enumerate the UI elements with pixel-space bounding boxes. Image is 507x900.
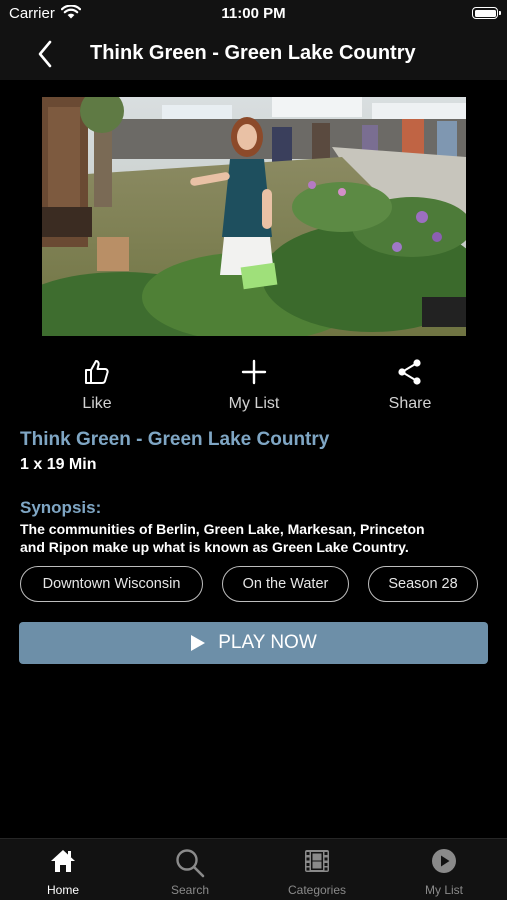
tab-search-label: Search [170,883,210,897]
thumbs-up-icon [85,360,109,384]
home-icon [51,850,75,872]
like-button[interactable]: Like [52,358,142,413]
tab-my-list[interactable]: My List [381,839,507,900]
clock: 11:00 PM [221,5,286,22]
tab-search[interactable]: Search [127,839,253,900]
share-icon [398,359,421,385]
video-thumbnail-image [42,97,466,336]
page-title: Think Green - Green Lake Country [90,42,416,64]
my-list-button[interactable]: My List [209,358,299,413]
tab-my-list-label: My List [424,883,463,897]
chevron-left-icon [38,40,52,68]
tab-categories-label: Categories [287,883,347,897]
play-now-button[interactable]: PLAY NOW [19,622,488,664]
synopsis-heading: Synopsis: [20,498,102,517]
search-icon [176,849,205,878]
tag-chip-downtown-wisconsin[interactable]: Downtown Wisconsin [20,566,203,602]
plus-icon [241,359,267,385]
battery-icon [472,7,501,19]
action-row: Like My List Share [0,358,507,422]
synopsis-line: The communities of Berlin, Green Lake, M… [20,521,425,537]
synopsis-text: The communities of Berlin, Green Lake, M… [20,520,490,556]
navigation-bar: Think Green - Green Lake Country [0,28,507,80]
play-circle-icon [432,849,456,873]
tab-home-label: Home [46,883,79,897]
film-icon [305,850,329,872]
share-label: Share [388,395,432,412]
synopsis-line: and Ripon make up what is known as Green… [20,539,409,555]
status-bar: Carrier 11:00 PM [0,0,507,28]
tag-chip-season-28[interactable]: Season 28 [368,566,478,602]
like-label: Like [82,395,112,412]
tag-chip-on-the-water[interactable]: On the Water [222,566,349,602]
play-now-label: PLAY NOW [218,632,317,653]
tab-home[interactable]: Home [0,839,126,900]
tab-categories[interactable]: Categories [254,839,380,900]
share-button[interactable]: Share [365,358,455,413]
show-title: Think Green - Green Lake Country [20,429,330,450]
tab-bar: Home Search Categories My List [0,838,507,900]
episode-duration: 1 x 19 Min [20,456,97,473]
back-button[interactable] [30,38,60,70]
video-thumbnail[interactable] [42,97,466,336]
play-icon [191,635,206,651]
my-list-label: My List [228,395,280,412]
